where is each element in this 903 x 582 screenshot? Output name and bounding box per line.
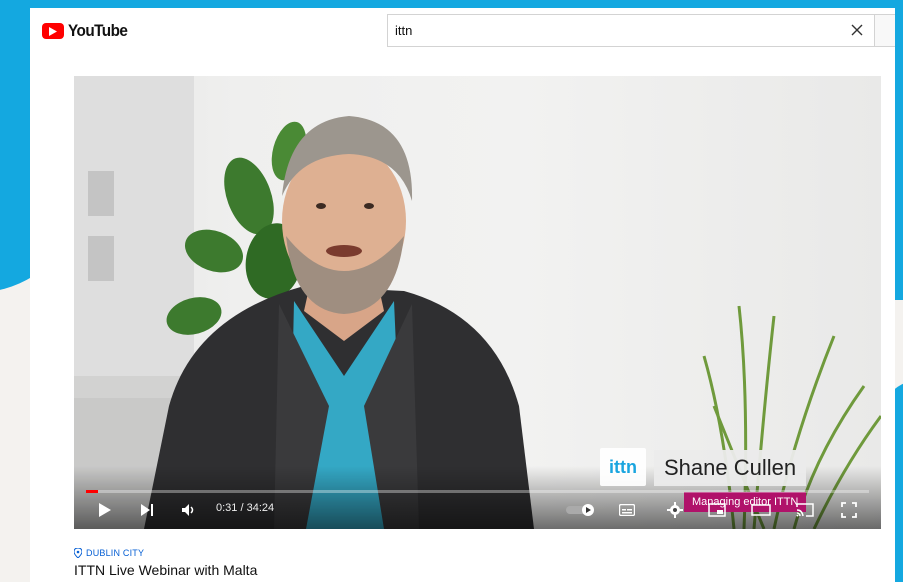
subtitles-icon[interactable] xyxy=(614,498,640,522)
speaker-role: Managing editor ITTN xyxy=(684,492,807,512)
video-title: ITTN Live Webinar with Malta xyxy=(74,562,258,578)
next-icon[interactable] xyxy=(134,498,160,522)
cast-icon[interactable] xyxy=(792,498,818,522)
youtube-logo[interactable]: YouTube xyxy=(42,21,134,41)
progress-bar-fill xyxy=(86,490,98,493)
miniplayer-icon[interactable] xyxy=(704,498,730,522)
play-icon[interactable] xyxy=(92,498,118,522)
location-pin-icon xyxy=(74,548,82,558)
time-display: 0:31 / 34:24 xyxy=(216,502,275,514)
search-input[interactable]: ittn xyxy=(387,14,875,47)
youtube-wordmark: YouTube xyxy=(68,21,128,40)
theater-mode-icon[interactable] xyxy=(748,498,774,522)
settings-icon[interactable] xyxy=(662,498,688,522)
close-icon[interactable] xyxy=(847,20,867,40)
autoplay-toggle-icon[interactable] xyxy=(564,502,598,518)
search-button[interactable] xyxy=(875,14,895,47)
video-player[interactable]: ittn Shane Cullen Managing editor ITTN 0… xyxy=(74,76,881,529)
progress-bar[interactable] xyxy=(86,490,869,493)
location-tag[interactable]: DUBLIN CITY xyxy=(74,548,144,558)
fullscreen-icon[interactable] xyxy=(836,498,862,522)
youtube-play-badge-icon xyxy=(42,23,64,39)
top-bar: YouTube ittn xyxy=(30,8,895,54)
ittn-logo: ittn xyxy=(600,448,646,486)
location-label: DUBLIN CITY xyxy=(86,548,145,558)
volume-icon[interactable] xyxy=(176,498,202,522)
speaker-name: Shane Cullen xyxy=(654,450,807,486)
youtube-window: YouTube ittn ittn Shane Cullen Managing … xyxy=(30,8,895,582)
